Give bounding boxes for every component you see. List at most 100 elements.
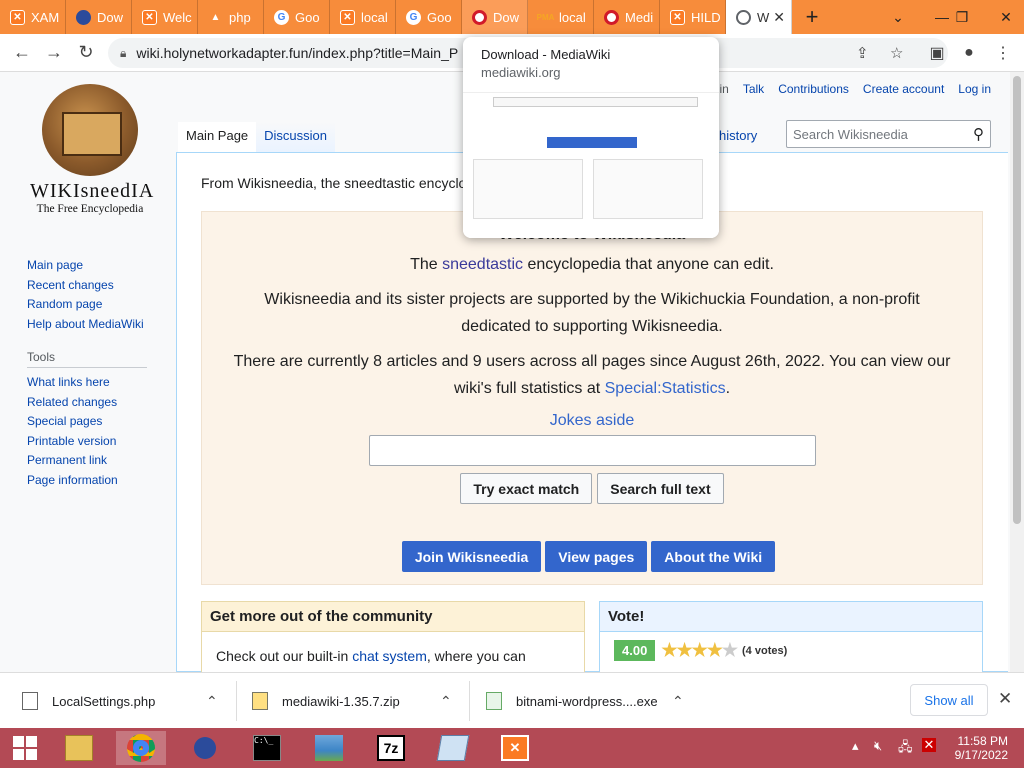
tab-wikisneedia-active[interactable]: W ✕: [726, 0, 792, 34]
tab-discussion[interactable]: Discussion: [256, 122, 336, 152]
windows-taskbar: C:\_ 7z ✕ ▴ 🔇︎ 🖧 ✕ 11:58 PM 9/17/2022: [0, 728, 1024, 768]
view-pages-button[interactable]: View pages: [545, 541, 648, 572]
profile-avatar-icon[interactable]: ●: [954, 38, 984, 68]
try-exact-match-button[interactable]: Try exact match: [460, 473, 593, 504]
sidebar-item-page-information[interactable]: Page information: [27, 471, 147, 491]
download-item[interactable]: mediawiki-1.35.7.zip ⌃: [252, 673, 462, 729]
contributions-link[interactable]: Contributions: [778, 82, 849, 96]
welcome-line-1: The sneedtastic encyclopedia that anyone…: [410, 256, 774, 273]
search-placeholder: Search Wikisneedia: [793, 126, 908, 142]
tab-mediawiki[interactable]: Medi: [594, 0, 660, 34]
start-button[interactable]: [0, 731, 50, 765]
download-filename: mediawiki-1.35.7.zip: [282, 693, 400, 709]
search-icon[interactable]: ⚲: [973, 125, 984, 143]
forward-icon[interactable]: →: [38, 37, 70, 69]
tab-search-icon[interactable]: ⌄: [880, 0, 916, 34]
tab-download-mediawiki[interactable]: Dow: [462, 0, 528, 34]
create-account-link[interactable]: Create account: [863, 82, 944, 96]
cmd-icon[interactable]: C:\_: [242, 731, 292, 765]
sidebar-item-printable-version[interactable]: Printable version: [27, 432, 147, 452]
bookmark-star-icon[interactable]: ☆: [890, 44, 903, 62]
navigation-portal: Main page Recent changes Random page Hel…: [27, 256, 144, 334]
url-text[interactable]: wiki.holynetworkadapter.fun/index.php?ti…: [136, 45, 458, 61]
sidebar-item-related-changes[interactable]: Related changes: [27, 393, 147, 413]
tools-heading: Tools: [27, 350, 147, 368]
app-icon[interactable]: [180, 731, 230, 765]
rating-stars[interactable]: ★★★★★: [661, 640, 738, 661]
tab-localhost[interactable]: ✕ local: [330, 0, 396, 34]
back-icon[interactable]: ←: [6, 37, 38, 69]
tab-php[interactable]: ▲ php: [198, 0, 264, 34]
close-window-icon[interactable]: ✕: [988, 0, 1024, 34]
statistics-link[interactable]: Special:Statistics: [605, 380, 726, 397]
chevron-up-icon[interactable]: ⌃: [206, 693, 218, 710]
sidebar-item-help[interactable]: Help about MediaWiki: [27, 315, 144, 335]
xampp-icon: ✕: [340, 9, 355, 25]
chevron-up-icon[interactable]: ⌃: [672, 693, 684, 710]
search-full-text-button[interactable]: Search full text: [597, 473, 724, 504]
page-scrollbar[interactable]: [1010, 72, 1024, 672]
volume-icon[interactable]: 🔇︎: [874, 738, 882, 754]
star-icon[interactable]: ★: [692, 640, 708, 660]
xampp-icon[interactable]: ✕: [490, 731, 540, 765]
sidebar-item-main-page[interactable]: Main page: [27, 256, 144, 276]
zip-file-icon: [252, 692, 268, 710]
google-icon: G: [406, 9, 421, 25]
community-text: Check out our built-in chat system, wher…: [216, 648, 526, 664]
tab-download[interactable]: Dow: [66, 0, 132, 34]
network-icon[interactable]: 🖧: [898, 738, 913, 760]
new-tab-button[interactable]: +: [792, 0, 832, 34]
close-tab-icon[interactable]: ✕: [773, 9, 785, 26]
tab-phpmyadmin[interactable]: PMA local: [528, 0, 594, 34]
divider: [236, 681, 237, 721]
phpmyadmin-icon: PMA: [536, 12, 555, 22]
chrome-icon[interactable]: [116, 731, 166, 765]
system-clock[interactable]: 11:58 PM 9/17/2022: [944, 734, 1008, 762]
reload-icon[interactable]: ↻: [70, 37, 102, 69]
file-explorer-icon[interactable]: [54, 731, 104, 765]
sidebar-item-random-page[interactable]: Random page: [27, 295, 144, 315]
tab-hild[interactable]: ✕ HILD: [660, 0, 726, 34]
scrollbar-thumb[interactable]: [1013, 76, 1021, 524]
jokes-aside-link[interactable]: Jokes aside: [202, 412, 982, 430]
tab-google-2[interactable]: G Goo: [396, 0, 462, 34]
download-item[interactable]: bitnami-wordpress....exe ⌃: [486, 673, 696, 729]
tab-main-page[interactable]: Main Page: [178, 122, 257, 152]
log-in-link[interactable]: Log in: [958, 82, 991, 96]
side-panel-icon[interactable]: ▣: [922, 38, 952, 68]
share-icon[interactable]: ⇪: [856, 44, 869, 62]
wiki-logo[interactable]: WIKIsneedIA The Free Encyclopedia: [30, 84, 155, 219]
clock-time: 11:58 PM: [957, 734, 1008, 748]
tab-google[interactable]: G Goo: [264, 0, 330, 34]
wiki-search-input[interactable]: Search Wikisneedia ⚲: [786, 120, 991, 148]
7zip-icon[interactable]: 7z: [366, 731, 416, 765]
star-icon[interactable]: ★: [707, 640, 723, 660]
close-downloads-icon[interactable]: ✕: [998, 689, 1012, 709]
download-item[interactable]: LocalSettings.php ⌃: [22, 673, 228, 729]
tray-chevron-icon[interactable]: ▴: [852, 738, 859, 754]
sidebar-item-what-links-here[interactable]: What links here: [27, 373, 147, 393]
chat-system-link[interactable]: chat system: [352, 648, 427, 664]
restore-icon[interactable]: ❐: [944, 0, 980, 34]
preview-download-button: [547, 137, 637, 148]
star-icon[interactable]: ★: [676, 640, 692, 660]
show-all-button[interactable]: Show all: [910, 684, 988, 716]
sneedtastic-link[interactable]: sneedtastic: [442, 256, 523, 273]
chevron-up-icon[interactable]: ⌃: [440, 693, 452, 710]
logo-title: WIKIsneedIA: [30, 180, 155, 202]
menu-kebab-icon[interactable]: ⋮: [988, 38, 1018, 68]
star-empty-icon[interactable]: ★: [722, 640, 738, 660]
notepad-icon[interactable]: [428, 731, 478, 765]
photos-icon[interactable]: [304, 731, 354, 765]
join-wikisneedia-button[interactable]: Join Wikisneedia: [401, 541, 542, 572]
about-the-wiki-button[interactable]: About the Wiki: [651, 541, 776, 572]
star-icon[interactable]: ★: [661, 640, 677, 660]
sidebar-item-permanent-link[interactable]: Permanent link: [27, 451, 147, 471]
welcome-search-input[interactable]: [368, 435, 816, 466]
tab-xampp[interactable]: ✕ XAM: [0, 0, 66, 34]
talk-link[interactable]: Talk: [743, 82, 764, 96]
tab-welcome[interactable]: ✕ Welc: [132, 0, 198, 34]
sidebar-item-recent-changes[interactable]: Recent changes: [27, 276, 144, 296]
sidebar-item-special-pages[interactable]: Special pages: [27, 412, 147, 432]
notification-flag-icon[interactable]: ✕: [922, 738, 936, 752]
